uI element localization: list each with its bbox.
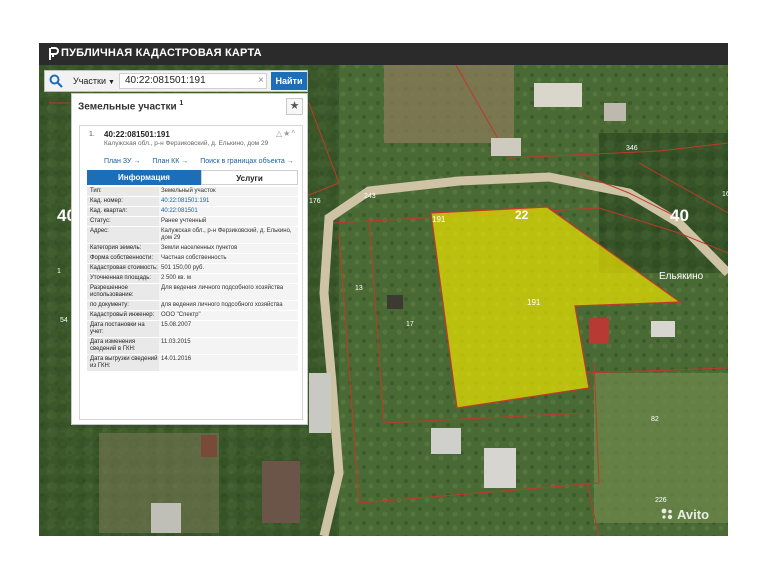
- panel-heading: Земельные участки 1: [78, 100, 184, 113]
- attribute-row: Кад. квартал: 40:22:081501: [87, 207, 298, 216]
- search-button[interactable]: Найти: [271, 72, 307, 90]
- parcel-label-22: 22: [515, 208, 529, 222]
- parcel-label-16: 16: [722, 191, 728, 198]
- watermark-text: Avito: [677, 507, 710, 522]
- attribute-row: Уточненная площадь: 2 500 кв. м: [87, 274, 298, 283]
- attribute-key: Адрес:: [90, 228, 109, 234]
- result-count: 1: [179, 100, 184, 107]
- result-links: План ЗУ → План КК → Поиск в границах объ…: [104, 158, 304, 165]
- parcel-label-191-top: 191: [432, 215, 446, 224]
- attribute-key: Кадастровая стоимость:: [90, 265, 158, 271]
- card-tabs: Информация Услуги: [87, 170, 298, 185]
- plan-zu-link[interactable]: План ЗУ →: [104, 158, 140, 165]
- search-bar: Участки ▼ 40:22:081501:191 × Найти: [44, 70, 308, 92]
- attribute-value: 14.01.2016: [159, 355, 298, 371]
- parcel-label-226: 226: [655, 497, 667, 504]
- chevron-up-icon: ^: [291, 129, 297, 138]
- favorite-star-icon[interactable]: ★: [286, 98, 303, 115]
- attribute-row: Статус: Ранее учтенный: [87, 217, 298, 226]
- clear-icon[interactable]: ×: [258, 74, 264, 88]
- parcel-label-191: 191: [527, 298, 541, 307]
- tab-information[interactable]: Информация: [87, 170, 201, 185]
- attribute-row: Тип: Земельный участок: [87, 187, 298, 196]
- attribute-key: Форма собственности:: [90, 255, 154, 261]
- attribute-key: Категория земель:: [90, 245, 142, 251]
- attribute-value: для ведения личного подсобного хозяйства: [159, 301, 298, 310]
- attribute-key: Кад. номер:: [90, 198, 123, 204]
- attribute-key: Дата изменения сведений в ГКН:: [90, 339, 136, 352]
- result-card: 1. 40:22:081501:191 △★^ Калужская обл., …: [79, 125, 303, 420]
- quarter-label-right: 40: [670, 206, 689, 225]
- attribute-value: Для ведения личного подсобного хозяйства: [159, 284, 298, 300]
- village-label: Ельякино: [659, 271, 704, 282]
- attribute-row: Форма собственности: Частная собственност…: [87, 254, 298, 263]
- search-icon[interactable]: [48, 73, 64, 89]
- avito-logo-icon: [661, 508, 673, 520]
- card-action-icons[interactable]: △★^: [276, 129, 296, 138]
- app-title: ПУБЛИЧНАЯ КАДАСТРОВАЯ КАРТА: [61, 47, 262, 59]
- attribute-row: Категория земель: Земли населенных пункто…: [87, 244, 298, 253]
- attribute-row: Дата постановки на учет: 15.08.2007: [87, 321, 298, 337]
- parcel-label-82: 82: [651, 416, 659, 423]
- attribute-key: Тип:: [90, 188, 102, 194]
- attribute-row: Дата выгрузки сведений из ГКН: 14.01.2016: [87, 355, 298, 371]
- attribute-row: Кадастровая стоимость: 501 150,00 руб.: [87, 264, 298, 273]
- app-header: ПУБЛИЧНАЯ КАДАСТРОВАЯ КАРТА: [39, 43, 728, 65]
- attribute-value: Ранее учтенный: [159, 217, 298, 226]
- attribute-value[interactable]: 40:22:081501: [159, 207, 298, 216]
- result-address: Калужская обл., р-н Ферзиковский, д. Ель…: [104, 140, 269, 147]
- attribute-key: Дата выгрузки сведений из ГКН:: [90, 356, 158, 369]
- parcel-label-1: 1: [57, 268, 61, 275]
- plan-kk-link[interactable]: План КК →: [152, 158, 188, 165]
- attribute-value: 2 500 кв. м: [159, 274, 298, 283]
- attribute-value: 501 150,00 руб.: [159, 264, 298, 273]
- parcel-label-243: 243: [364, 193, 376, 200]
- avito-watermark: Avito: [660, 507, 709, 522]
- attribute-table: Тип: Земельный участок Кад. номер: 40:22:08…: [87, 187, 298, 372]
- attribute-key: по документу:: [90, 302, 129, 308]
- attribute-value: Частная собственность: [159, 254, 298, 263]
- search-in-bounds-link[interactable]: Поиск в границах объекта →: [200, 158, 294, 165]
- attribute-value: Земельный участок: [159, 187, 298, 196]
- attribute-value: Калужская обл., р-н Ферзиковский, д. Ель…: [159, 227, 298, 243]
- category-label: Участки: [73, 76, 106, 86]
- parcel-label-346: 346: [626, 145, 638, 152]
- attribute-value: Земли населенных пунктов: [159, 244, 298, 253]
- attribute-key: Статус:: [90, 218, 111, 224]
- attribute-key: Кадастровый инженер:: [90, 312, 155, 318]
- parcel-label-54: 54: [60, 317, 68, 324]
- attribute-row: Дата изменения сведений в ГКН: 11.03.2015: [87, 338, 298, 354]
- search-input[interactable]: 40:22:081501:191: [119, 73, 267, 89]
- parcel-label-176: 176: [309, 198, 321, 205]
- tab-services[interactable]: Услуги: [201, 170, 298, 185]
- attribute-row: по документу: для ведения личного подсобн…: [87, 301, 298, 310]
- result-index: 1.: [89, 131, 95, 138]
- attribute-key: Разрешенное использование:: [90, 285, 134, 298]
- attribute-value: ООО "Спектр": [159, 311, 298, 320]
- result-cadastral-number[interactable]: 40:22:081501:191: [104, 130, 170, 139]
- attribute-key: Кад. квартал:: [90, 208, 128, 214]
- results-panel: Земельные участки 1 ★ 1. 40:22:081501:19…: [71, 93, 308, 425]
- attribute-value[interactable]: 40:22:081501:191: [159, 197, 298, 206]
- attribute-row: Кад. номер: 40:22:081501:191: [87, 197, 298, 206]
- parcel-label-17: 17: [406, 321, 414, 328]
- attribute-row: Кадастровый инженер: ООО "Спектр": [87, 311, 298, 320]
- attribute-row: Адрес: Калужская обл., р-н Ферзиковский, …: [87, 227, 298, 243]
- attribute-value: 15.08.2007: [159, 321, 298, 337]
- category-dropdown[interactable]: Участки ▼: [73, 73, 115, 89]
- attribute-value: 11.03.2015: [159, 338, 298, 354]
- attribute-key: Дата постановки на учет:: [90, 322, 145, 335]
- attribute-key: Уточненная площадь:: [90, 275, 152, 281]
- rosreestr-logo-icon: [49, 47, 59, 60]
- attribute-row: Разрешенное использование: Для ведения ли…: [87, 284, 298, 300]
- chevron-down-icon: ▼: [108, 79, 115, 86]
- parcel-label-13: 13: [355, 285, 363, 292]
